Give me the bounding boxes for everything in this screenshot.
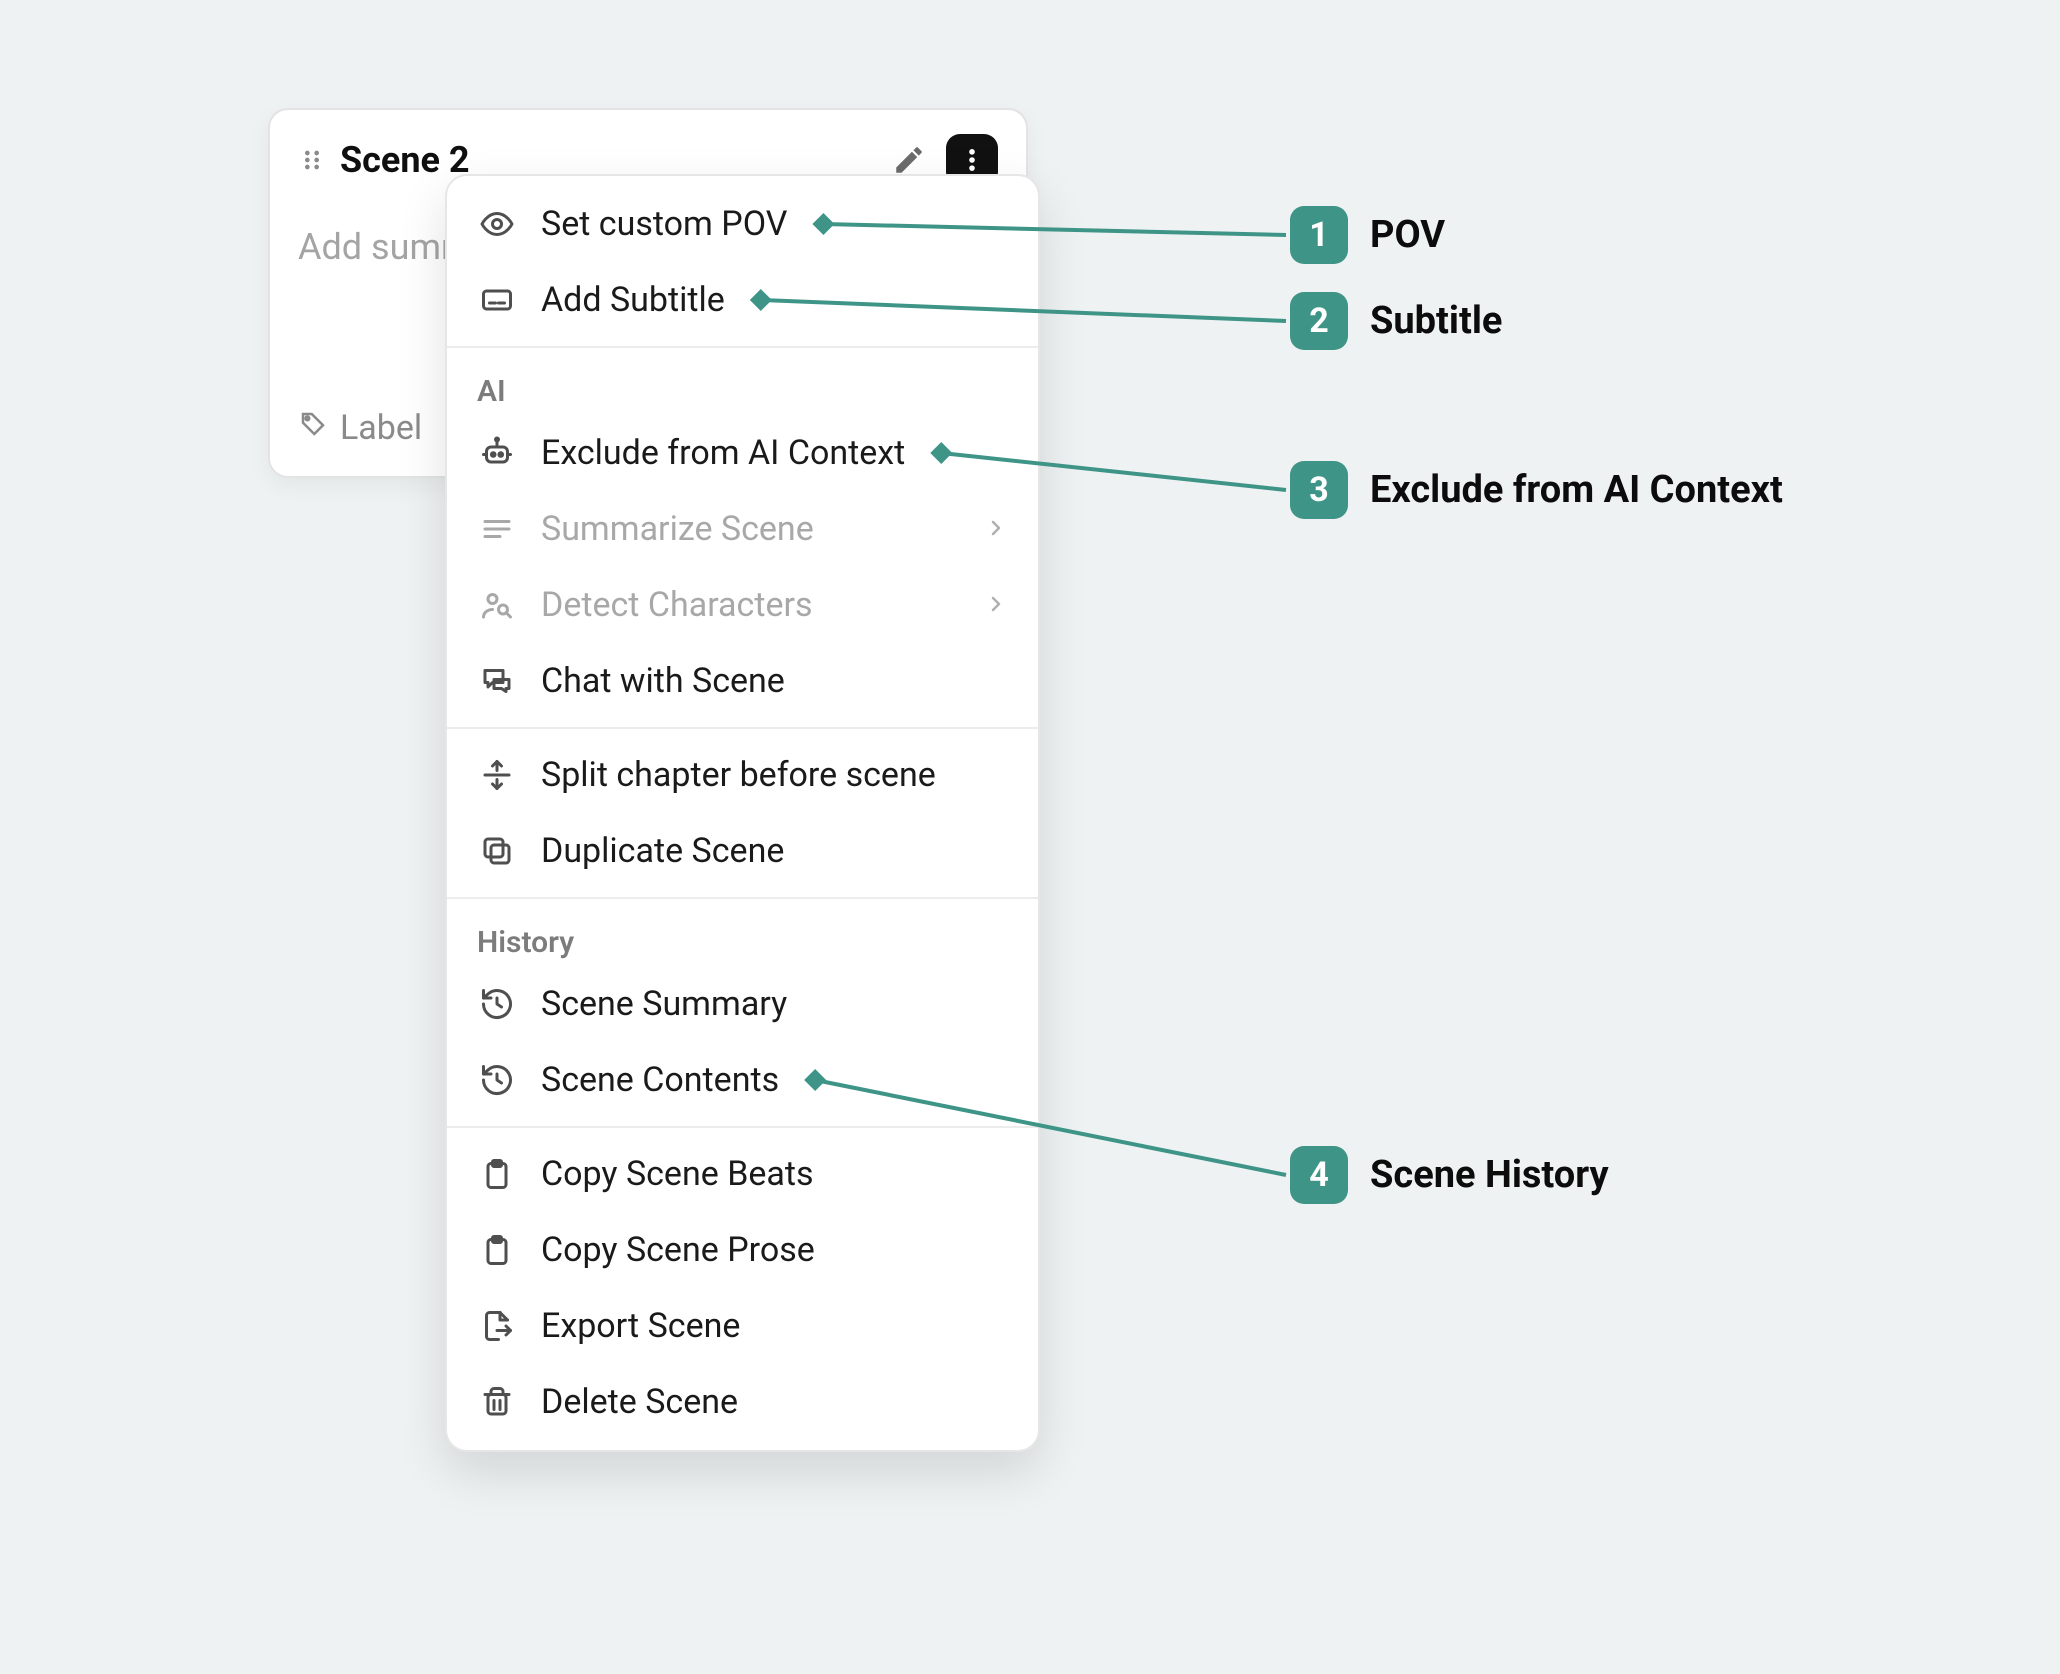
menu-divider: [447, 897, 1038, 899]
menu-item-detect-chars: Detect Characters: [447, 567, 1038, 643]
callout-badge: 3: [1290, 461, 1348, 519]
menu-item-label: Scene Summary: [541, 984, 787, 1024]
menu-item-label: Add Subtitle: [541, 280, 725, 320]
clipboard-icon: [477, 1230, 517, 1270]
clipboard-icon: [477, 1154, 517, 1194]
chevron-right-icon: [984, 509, 1008, 549]
menu-item-exclude-ai[interactable]: Exclude from AI Context: [447, 415, 1038, 491]
menu-item-hist-contents[interactable]: Scene Contents: [447, 1042, 1038, 1118]
menu-item-label: Set custom POV: [541, 204, 787, 244]
menu-item-label: Delete Scene: [541, 1382, 738, 1422]
callout-label: Exclude from AI Context: [1370, 468, 1783, 512]
menu-item-label: Exclude from AI Context: [541, 433, 905, 473]
callout-4: 4 Scene History: [1290, 1146, 1609, 1204]
menu-item-summarize: Summarize Scene: [447, 491, 1038, 567]
drag-handle-icon[interactable]: [298, 146, 326, 174]
menu-item-duplicate[interactable]: Duplicate Scene: [447, 813, 1038, 889]
menu-divider: [447, 727, 1038, 729]
menu-item-label: Copy Scene Beats: [541, 1154, 814, 1194]
person-search-icon: [477, 585, 517, 625]
menu-item-hist-summary[interactable]: Scene Summary: [447, 966, 1038, 1042]
chat-icon: [477, 661, 517, 701]
menu-item-export[interactable]: Export Scene: [447, 1288, 1038, 1364]
lines-icon: [477, 509, 517, 549]
scene-label-text: Label: [340, 408, 422, 448]
menu-item-label: Copy Scene Prose: [541, 1230, 815, 1270]
scene-title: Scene 2: [340, 139, 470, 181]
chevron-right-icon: [984, 585, 1008, 625]
callout-badge: 4: [1290, 1146, 1348, 1204]
tag-icon: [298, 408, 328, 448]
menu-item-label: Chat with Scene: [541, 661, 785, 701]
menu-item-label: Scene Contents: [541, 1060, 779, 1100]
menu-item-split-chapter[interactable]: Split chapter before scene: [447, 737, 1038, 813]
menu-divider: [447, 1126, 1038, 1128]
menu-item-label: Summarize Scene: [541, 509, 814, 549]
menu-item-add-subtitle[interactable]: Add Subtitle: [447, 262, 1038, 338]
scene-context-menu: Set custom POV Add Subtitle AI Exclude from…: [445, 174, 1040, 1452]
menu-item-label: Detect Characters: [541, 585, 813, 625]
history-icon: [477, 1060, 517, 1100]
menu-divider: [447, 346, 1038, 348]
callout-2: 2 Subtitle: [1290, 292, 1502, 350]
subtitle-icon: [477, 280, 517, 320]
menu-item-label: Split chapter before scene: [541, 755, 936, 795]
robot-icon: [477, 433, 517, 473]
menu-section-ai: AI: [447, 356, 1038, 415]
menu-item-delete[interactable]: Delete Scene: [447, 1364, 1038, 1440]
menu-item-label: Duplicate Scene: [541, 831, 784, 871]
scene-label-row[interactable]: Label: [298, 408, 422, 448]
callout-badge: 2: [1290, 292, 1348, 350]
callout-3: 3 Exclude from AI Context: [1290, 461, 1783, 519]
menu-item-set-pov[interactable]: Set custom POV: [447, 186, 1038, 262]
menu-item-copy-prose[interactable]: Copy Scene Prose: [447, 1212, 1038, 1288]
history-icon: [477, 984, 517, 1024]
menu-item-label: Export Scene: [541, 1306, 740, 1346]
callout-1: 1 POV: [1290, 206, 1445, 264]
trash-icon: [477, 1382, 517, 1422]
callout-label: POV: [1370, 213, 1445, 257]
copy-icon: [477, 831, 517, 871]
menu-item-copy-beats[interactable]: Copy Scene Beats: [447, 1136, 1038, 1212]
callout-badge: 1: [1290, 206, 1348, 264]
split-icon: [477, 755, 517, 795]
callout-label: Subtitle: [1370, 299, 1502, 343]
callout-label: Scene History: [1370, 1153, 1609, 1197]
menu-item-chat-scene[interactable]: Chat with Scene: [447, 643, 1038, 719]
menu-section-history: History: [447, 907, 1038, 966]
eye-icon: [477, 204, 517, 244]
export-icon: [477, 1306, 517, 1346]
